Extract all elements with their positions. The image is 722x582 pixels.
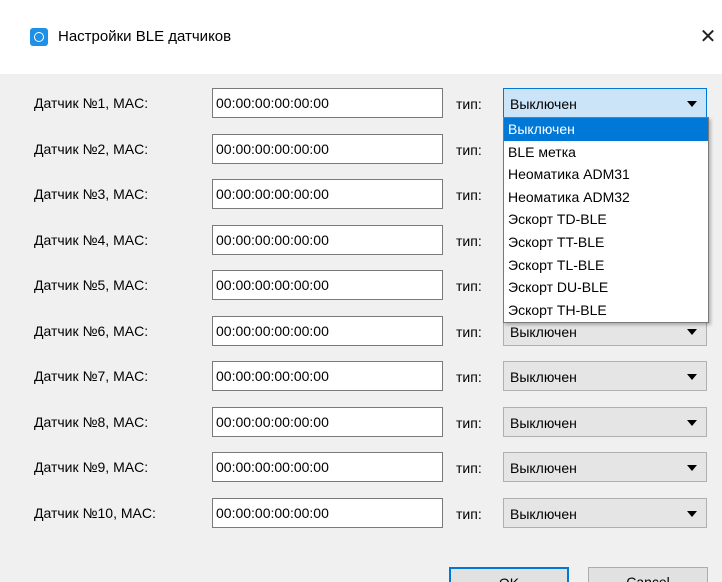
mac-address-input[interactable]	[212, 270, 443, 300]
chevron-down-icon	[687, 101, 697, 107]
type-label: тип:	[456, 187, 482, 203]
sensor-label: Датчик №8, MAC:	[34, 413, 149, 430]
mac-address-input[interactable]	[212, 179, 443, 209]
dropdown-option[interactable]: Выключен	[504, 118, 708, 141]
type-label: тип:	[456, 278, 482, 294]
type-label: тип:	[456, 323, 482, 340]
dropdown-option[interactable]: Неоматика ADM31	[504, 163, 708, 186]
type-select-value: Выключен	[510, 460, 577, 476]
type-select-value: Выключен	[510, 323, 577, 340]
chevron-down-icon	[687, 510, 697, 517]
type-label: тип:	[456, 232, 482, 249]
dropdown-option[interactable]: Эскорт TL-BLE	[504, 254, 708, 277]
dropdown-option[interactable]: Эскорт TD-BLE	[504, 208, 708, 231]
mac-address-input[interactable]	[212, 452, 443, 482]
dropdown-option[interactable]: Неоматика ADM32	[504, 186, 708, 209]
dropdown-option[interactable]: Эскорт TH-BLE	[504, 299, 708, 322]
mac-address-input[interactable]	[212, 361, 443, 391]
sensor-label: Датчик №9, MAC:	[34, 459, 149, 475]
dropdown-option[interactable]: Эскорт TT-BLE	[504, 231, 708, 254]
ble-settings-icon	[30, 28, 48, 46]
ok-button[interactable]: OK	[449, 567, 569, 582]
chevron-down-icon	[687, 465, 697, 471]
sensor-label: Датчик №3, MAC:	[34, 186, 149, 202]
chevron-down-icon	[687, 374, 697, 380]
type-select[interactable]: Выключен	[503, 497, 707, 528]
chevron-down-icon	[687, 328, 697, 335]
type-select[interactable]: Выключен	[503, 361, 707, 391]
dropdown-option[interactable]: Эскорт DU-BLE	[504, 276, 708, 299]
sensor-label: Датчик №6, MAC:	[34, 322, 149, 339]
type-label: тип:	[456, 460, 482, 476]
type-label: тип:	[456, 141, 482, 158]
ble-settings-dialog: Настройки BLE датчиков ✕ Датчик №1, MAC:…	[0, 0, 722, 582]
sensor-label: Датчик №1, MAC:	[34, 95, 149, 111]
mac-address-input[interactable]	[212, 497, 443, 528]
type-select[interactable]: Выключен	[503, 452, 707, 482]
cancel-button[interactable]: Cancel	[588, 567, 708, 582]
mac-address-input[interactable]	[212, 133, 443, 164]
type-label: тип:	[456, 369, 482, 385]
sensor-label: Датчик №5, MAC:	[34, 277, 149, 293]
dropdown-option[interactable]: BLE метка	[504, 141, 708, 164]
type-dropdown-list: Выключен BLE метка Неоматика ADM31 Неоматик…	[503, 117, 709, 323]
mac-address-input[interactable]	[212, 88, 443, 118]
sensor-label: Датчик №10, MAC:	[34, 504, 156, 521]
mac-address-input[interactable]	[212, 315, 443, 346]
type-label: тип:	[456, 96, 482, 112]
type-select-value: Выключен	[510, 96, 577, 112]
type-label: тип:	[456, 414, 482, 431]
sensor-label: Датчик №4, MAC:	[34, 231, 149, 248]
chevron-down-icon	[687, 419, 697, 426]
title-bar: Настройки BLE датчиков ✕	[0, 0, 722, 74]
close-button[interactable]: ✕	[697, 24, 719, 50]
type-select[interactable]: Выключен	[503, 88, 707, 118]
type-select-value: Выключен	[510, 505, 577, 522]
type-select-value: Выключен	[510, 369, 577, 385]
type-select-value: Выключен	[510, 414, 577, 431]
mac-address-input[interactable]	[212, 406, 443, 437]
type-label: тип:	[456, 505, 482, 522]
window-title: Настройки BLE датчиков	[58, 28, 232, 45]
sensor-label: Датчик №2, MAC:	[34, 140, 149, 157]
mac-address-input[interactable]	[212, 224, 443, 255]
sensor-label: Датчик №7, MAC:	[34, 368, 149, 384]
type-select[interactable]: Выключен	[503, 406, 707, 437]
